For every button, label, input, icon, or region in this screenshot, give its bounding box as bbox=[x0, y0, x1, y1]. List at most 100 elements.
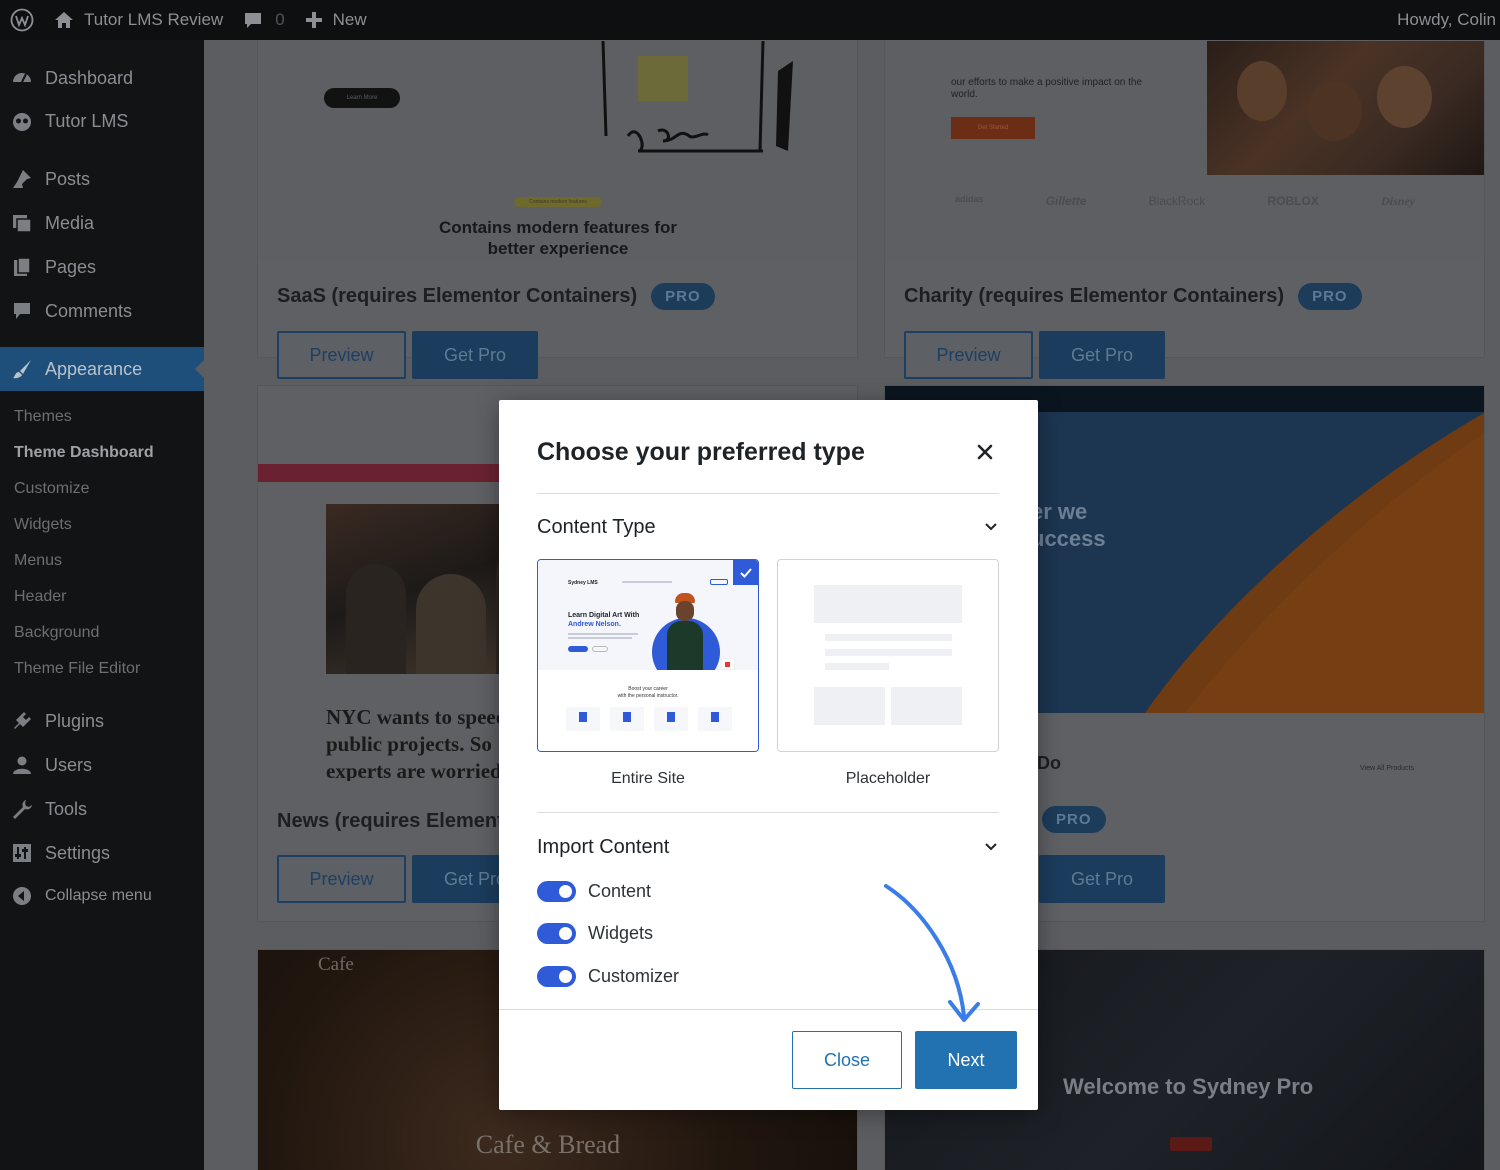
placeholder-block bbox=[891, 687, 962, 725]
menu-tools[interactable]: Tools bbox=[0, 788, 204, 830]
construction-hero-text: er we uccess bbox=[1031, 499, 1106, 551]
admin-sidebar: Dashboard Tutor LMS Posts Media Pages Co… bbox=[0, 40, 204, 1170]
submenu-background[interactable]: Background bbox=[14, 624, 204, 642]
menu-comments[interactable]: Comments bbox=[0, 290, 204, 332]
menu-pages[interactable]: Pages bbox=[0, 246, 204, 288]
preview-button[interactable]: Preview bbox=[277, 855, 406, 903]
greeting: Howdy, Colin bbox=[1397, 10, 1496, 29]
submenu-menus[interactable]: Menus bbox=[14, 552, 204, 570]
get-pro-button[interactable]: Get Pro bbox=[412, 331, 538, 379]
close-icon[interactable] bbox=[973, 440, 997, 464]
submenu-widgets[interactable]: Widgets bbox=[14, 516, 204, 534]
sketch-illustration bbox=[601, 41, 793, 153]
type-label-placeholder: Placeholder bbox=[845, 770, 931, 787]
menu-tutor-lms[interactable]: Tutor LMS bbox=[0, 100, 204, 142]
collapse-icon bbox=[10, 884, 34, 908]
menu-users[interactable]: Users bbox=[0, 744, 204, 786]
clipboard-icon bbox=[698, 707, 732, 731]
preview-text-line bbox=[568, 633, 638, 635]
comment-icon bbox=[10, 299, 34, 323]
menu-appearance[interactable]: Appearance bbox=[0, 347, 204, 391]
divider bbox=[537, 493, 999, 494]
wordpress-logo-icon[interactable] bbox=[0, 0, 44, 40]
import-content-heading: Import Content bbox=[537, 836, 670, 858]
placeholder-line bbox=[825, 634, 952, 641]
brush-icon bbox=[10, 357, 34, 381]
site-name-link[interactable]: Tutor LMS Review bbox=[44, 0, 233, 40]
submenu-theme-dashboard[interactable]: Theme Dashboard bbox=[14, 444, 204, 462]
chevron-down-icon[interactable] bbox=[983, 838, 999, 854]
construction-do-text: Do bbox=[1037, 753, 1061, 773]
preview-logo: Sydney LMS bbox=[568, 580, 598, 586]
toggle-widgets[interactable] bbox=[537, 923, 576, 944]
pro-badge: PRO bbox=[1042, 806, 1106, 833]
menu-collapse[interactable]: Collapse menu bbox=[0, 875, 204, 917]
type-option-entire-site[interactable]: Sydney LMS Learn Digital Art With Andrew… bbox=[537, 559, 759, 752]
new-content-link[interactable]: New bbox=[295, 0, 377, 40]
toggle-label-customizer: Customizer bbox=[588, 966, 680, 986]
next-button[interactable]: Next bbox=[915, 1031, 1017, 1089]
cafe-logo-text: Cafe bbox=[318, 954, 354, 975]
starter-card-saas: Learn More Contains modern features Cont… bbox=[257, 40, 858, 379]
submenu-themes[interactable]: Themes bbox=[14, 408, 204, 426]
card-title: Charity (requires Elementor Containers) … bbox=[904, 283, 1362, 310]
menu-plugins[interactable]: Plugins bbox=[0, 700, 204, 742]
get-pro-button[interactable]: Get Pro bbox=[1039, 855, 1165, 903]
get-pro-button[interactable]: Get Pro bbox=[1039, 331, 1165, 379]
menu-posts[interactable]: Posts bbox=[0, 158, 204, 200]
placeholder-block bbox=[814, 585, 962, 623]
preview-nav bbox=[622, 581, 672, 583]
menu-settings[interactable]: Settings bbox=[0, 832, 204, 874]
pro-badge-wrap: PRO bbox=[1042, 806, 1106, 833]
saas-thumbnail: Learn More Contains modern features Cont… bbox=[258, 40, 857, 261]
children-photo bbox=[1207, 41, 1484, 175]
menu-media[interactable]: Media bbox=[0, 202, 204, 244]
home-icon bbox=[54, 11, 74, 29]
toggle-customizer[interactable] bbox=[537, 966, 576, 987]
pin-icon bbox=[10, 167, 34, 191]
logo-disney: Disney bbox=[1380, 194, 1415, 208]
toggle-content[interactable] bbox=[537, 881, 576, 902]
preview-person-image bbox=[667, 593, 703, 673]
play-icon bbox=[610, 707, 644, 731]
type-option-placeholder[interactable] bbox=[777, 559, 999, 752]
saas-heading: Contains modern features for better expe… bbox=[438, 218, 678, 258]
get-started-button: Get Started bbox=[951, 117, 1035, 139]
preview-cta bbox=[568, 646, 588, 652]
close-button[interactable]: Close bbox=[792, 1031, 902, 1089]
logo-gillette: Gillette bbox=[1045, 194, 1087, 208]
charity-text: our efforts to make a positive impact on… bbox=[951, 77, 1143, 100]
preview-button[interactable]: Preview bbox=[277, 331, 406, 379]
account-link[interactable]: Howdy, Colin bbox=[1397, 0, 1496, 40]
menu-dashboard[interactable]: Dashboard bbox=[0, 57, 204, 99]
pages-icon bbox=[10, 255, 34, 279]
preview-headline-name: Andrew Nelson. bbox=[568, 621, 621, 628]
comment-count: 0 bbox=[275, 10, 285, 29]
learn-more-pill: Learn More bbox=[324, 88, 400, 108]
dashboard-icon bbox=[10, 66, 34, 90]
comments-link[interactable]: 0 bbox=[233, 0, 294, 40]
plus-icon bbox=[305, 11, 323, 29]
submenu-theme-file-editor[interactable]: Theme File Editor bbox=[14, 660, 204, 678]
preview-text-line bbox=[568, 637, 632, 639]
entire-site-preview-lower: Boost your career with the personal inst… bbox=[538, 670, 758, 751]
preview-button[interactable]: Preview bbox=[904, 331, 1033, 379]
site-name: Tutor LMS Review bbox=[84, 10, 224, 29]
preview-boost-line1: Boost your career bbox=[628, 686, 668, 692]
wrench-icon bbox=[10, 797, 34, 821]
modal-title: Choose your preferred type bbox=[537, 438, 865, 466]
logo-blackrock: BlackRock bbox=[1148, 194, 1206, 208]
placeholder-block bbox=[814, 687, 885, 725]
submenu-header[interactable]: Header bbox=[14, 588, 204, 606]
submenu-customize[interactable]: Customize bbox=[14, 480, 204, 498]
modern-tag: Contains modern features bbox=[514, 197, 602, 207]
sydney-cta bbox=[1170, 1137, 1212, 1151]
logo-roblox: ROBLOX bbox=[1267, 194, 1319, 208]
chevron-down-icon[interactable] bbox=[983, 518, 999, 534]
charity-thumbnail: our efforts to make a positive impact on… bbox=[885, 40, 1484, 261]
card-title: SaaS (requires Elementor Containers) PRO bbox=[277, 283, 715, 310]
media-icon bbox=[10, 211, 34, 235]
sydney-heading: Welcome to Sydney Pro bbox=[1063, 1074, 1314, 1099]
settings-icon bbox=[10, 841, 34, 865]
preview-badge bbox=[721, 658, 735, 670]
